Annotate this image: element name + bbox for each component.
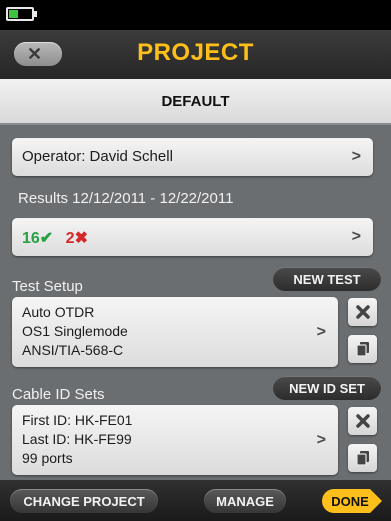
chevron-right-icon: >: [351, 228, 361, 245]
fail-count: 2✖: [65, 230, 88, 247]
chevron-right-icon: >: [316, 323, 326, 341]
copy-icon: [355, 451, 369, 466]
cable-id-sets-label: Cable ID Sets: [12, 386, 105, 403]
copy-test-button[interactable]: [348, 335, 377, 363]
copy-icon: [355, 342, 369, 357]
results-date-range: Results 12/12/2011 - 12/22/2011: [18, 190, 234, 207]
test-setup-label: Test Setup: [12, 278, 83, 295]
delete-id-set-button[interactable]: [348, 407, 377, 435]
close-icon: [355, 414, 370, 428]
project-name: DEFAULT: [0, 79, 391, 125]
close-icon: [355, 305, 370, 319]
test-setup-line: ANSI/TIA-568-C: [22, 342, 124, 358]
test-setup-button[interactable]: Auto OTDR OS1 Singlemode ANSI/TIA-568-C …: [12, 297, 338, 367]
chevron-right-icon: >: [351, 148, 361, 165]
change-project-button[interactable]: CHANGE PROJECT: [10, 489, 158, 513]
id-set-line: First ID: HK-FE01: [22, 412, 133, 428]
pass-count: 16✔: [22, 230, 54, 247]
footer-bar: CHANGE PROJECT MANAGE DONE: [0, 480, 391, 521]
id-set-line: Last ID: HK-FE99: [22, 431, 132, 447]
id-set-line: 99 ports: [22, 450, 73, 466]
results-button[interactable]: 16✔ 2✖ >: [12, 218, 373, 256]
operator-label: Operator: David Schell: [22, 148, 173, 165]
done-label: DONE: [331, 494, 369, 509]
manage-button[interactable]: MANAGE: [204, 489, 286, 513]
new-test-button[interactable]: NEW TEST: [273, 267, 381, 291]
test-setup-line: Auto OTDR: [22, 304, 95, 320]
delete-test-button[interactable]: [348, 298, 377, 326]
done-button-shape: DONE: [322, 489, 382, 513]
checkmark-icon: ✔: [39, 230, 54, 247]
chevron-right-icon: >: [316, 431, 326, 449]
battery-icon: [6, 7, 37, 21]
page-title: PROJECT: [137, 39, 254, 66]
new-id-set-button[interactable]: NEW ID SET: [273, 376, 381, 400]
copy-id-set-button[interactable]: [348, 444, 377, 472]
cable-id-set-button[interactable]: First ID: HK-FE01 Last ID: HK-FE99 99 po…: [12, 405, 338, 475]
status-bar: [0, 0, 391, 30]
done-button[interactable]: DONE: [322, 489, 382, 513]
title-bar: ✕ PROJECT: [0, 30, 391, 79]
operator-button[interactable]: Operator: David Schell >: [12, 138, 373, 176]
test-setup-line: OS1 Singlemode: [22, 323, 128, 339]
x-mark-icon: ✖: [74, 230, 88, 247]
